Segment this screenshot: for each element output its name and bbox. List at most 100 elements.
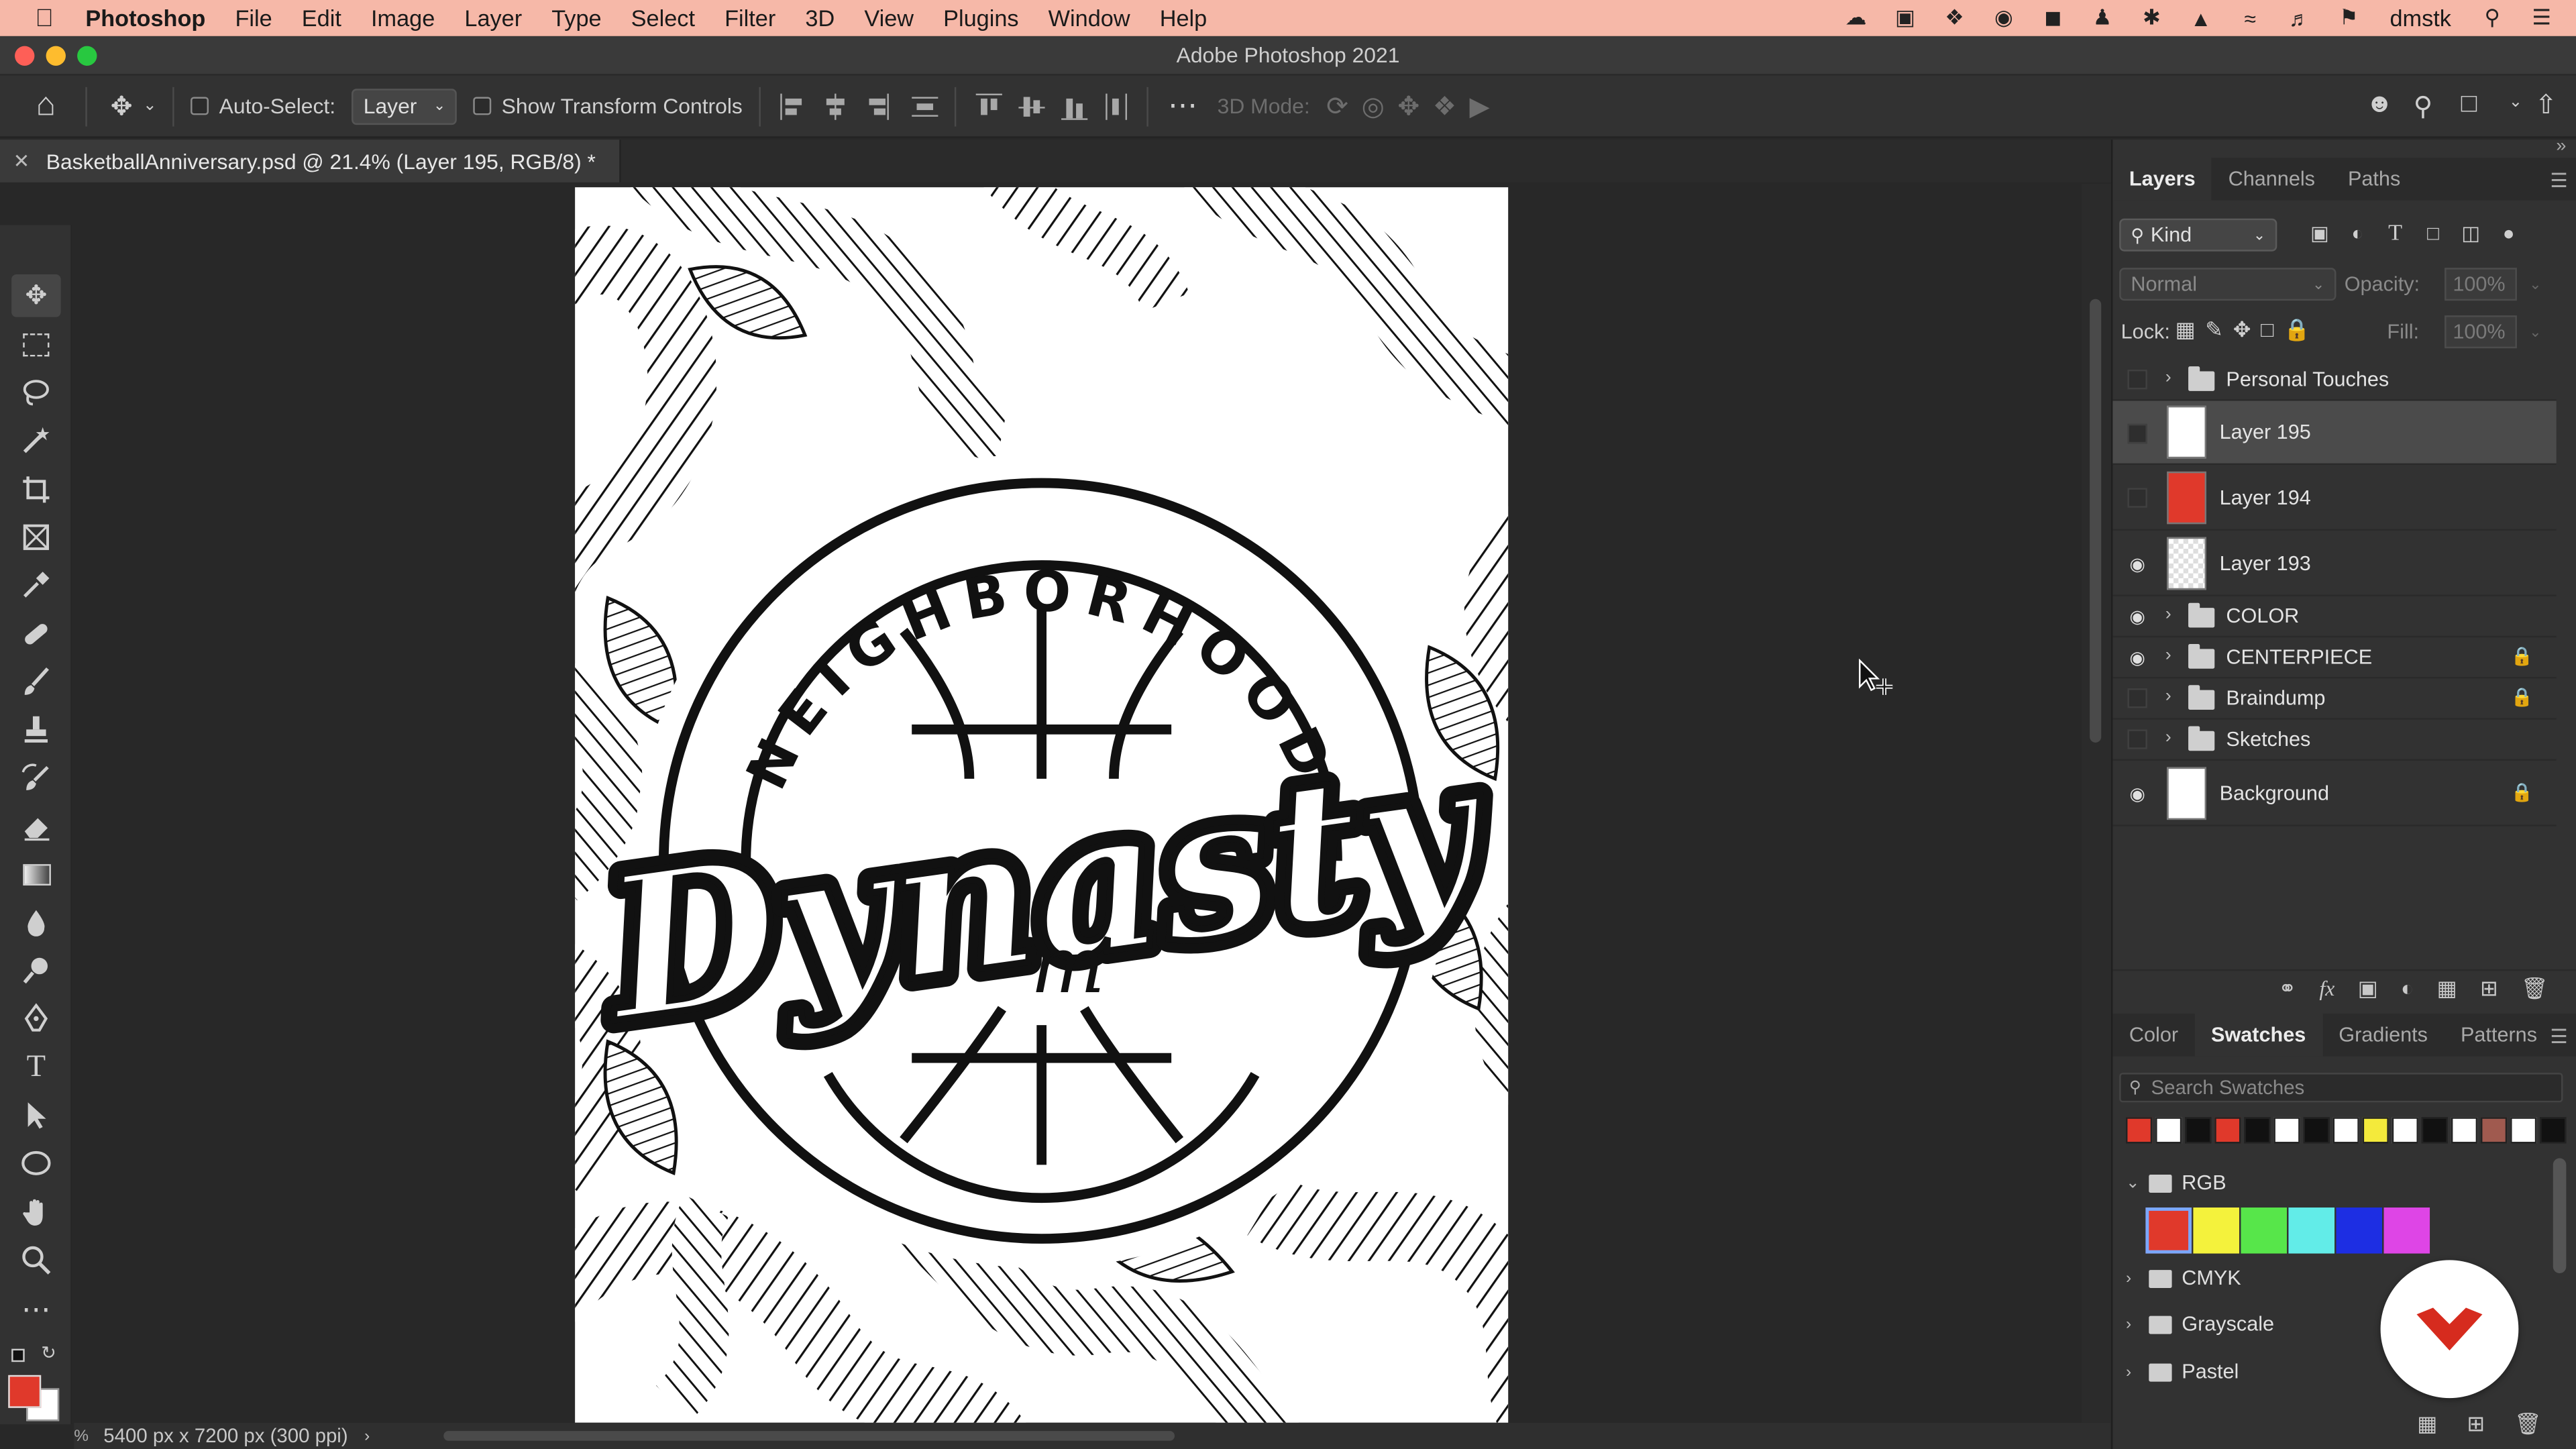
3d-slide-icon[interactable]: ❖ [1433, 89, 1456, 122]
swap-colors-icon[interactable]: ↻ [41, 1342, 56, 1363]
tab-channels[interactable]: Channels [2212, 158, 2331, 201]
3d-roll-icon[interactable]: ◎ [1362, 89, 1385, 122]
zoom-level-icon[interactable]: % [74, 1427, 93, 1445]
swatch[interactable] [2336, 1208, 2383, 1254]
magic-wand-tool[interactable] [11, 419, 60, 462]
spotlight-search-icon[interactable]: ⚲ [2477, 5, 2507, 30]
menu-app-name[interactable]: Photoshop [82, 5, 220, 31]
panel-menu-icon[interactable]: ☰ [2550, 1025, 2567, 1048]
trash-icon[interactable]: 🗑 [2514, 1411, 2541, 1438]
blur-tool[interactable] [11, 902, 60, 945]
chevron-down-icon[interactable]: ⌄ [2529, 323, 2541, 341]
document-dimensions[interactable]: 5400 px x 7200 px (300 ppi) [103, 1424, 347, 1447]
filter-toggle-icon[interactable]: ● [2496, 222, 2522, 248]
chevron-right-icon[interactable]: › [2165, 368, 2171, 388]
align-center-h-icon[interactable] [823, 93, 846, 119]
chevron-down-icon[interactable]: ⌄ [2509, 94, 2523, 112]
auto-select-checkbox[interactable] [191, 97, 209, 115]
apple-logo-icon[interactable]:  [30, 4, 59, 32]
document-tab[interactable]: ✕ BasketballAnniversary.psd @ 21.4% (Lay… [0, 140, 621, 182]
person-icon[interactable]: ♟ [2088, 5, 2117, 30]
swatch[interactable] [2185, 1117, 2212, 1144]
swatch[interactable] [2155, 1117, 2182, 1144]
visibility-toggle[interactable] [2127, 488, 2147, 508]
link-layers-icon[interactable]: ⚭ [2278, 975, 2296, 1001]
tab-gradients[interactable]: Gradients [2322, 1014, 2445, 1057]
share-icon[interactable]: ⇧ [2535, 89, 2557, 121]
history-brush-tool[interactable] [11, 757, 60, 800]
creative-cloud-icon[interactable]: ☁ [1841, 5, 1870, 30]
lock-artboard-icon[interactable]: □ [2261, 317, 2273, 343]
3d-pan-icon[interactable]: ✥ [1397, 89, 1419, 122]
filter-smart-object-icon[interactable]: ◫ [2458, 222, 2484, 248]
swatch[interactable] [2383, 1208, 2430, 1254]
menu-3d[interactable]: 3D [790, 5, 849, 31]
move-tool-icon[interactable]: ✥ [107, 89, 136, 122]
chevron-down-icon[interactable]: ⌄ [2529, 275, 2541, 293]
chevron-right-icon[interactable]: › [2165, 604, 2171, 624]
layer-row[interactable]: › Sketches [2112, 720, 2557, 761]
edit-toolbar-button[interactable]: ⋯ [11, 1288, 60, 1331]
auto-select-dropdown[interactable]: Layer ⌄ [352, 88, 458, 124]
menu-filter[interactable]: Filter [710, 5, 790, 31]
swatch[interactable] [2421, 1117, 2449, 1144]
blend-mode-dropdown[interactable]: Normal ⌄ [2119, 268, 2337, 301]
layer-filter-dropdown[interactable]: ⚲ Kind ⌄ [2119, 218, 2277, 252]
chevron-down-icon[interactable]: ⌄ [143, 97, 157, 115]
type-tool[interactable]: T [11, 1046, 60, 1089]
chevron-right-icon[interactable]: › [2165, 728, 2171, 747]
menu-window[interactable]: Window [1034, 5, 1145, 31]
bluetooth-icon[interactable]: ✱ [2137, 5, 2166, 30]
collapse-panels-icon[interactable]: » [2556, 136, 2566, 156]
swatch[interactable] [2214, 1117, 2241, 1144]
menu-help[interactable]: Help [1145, 5, 1222, 31]
align-middle-v-icon[interactable] [1018, 93, 1045, 119]
swatch[interactable] [2126, 1117, 2153, 1144]
menu-edit[interactable]: Edit [287, 5, 356, 31]
scrollbar-thumb[interactable] [2090, 299, 2102, 743]
swatch[interactable] [2193, 1208, 2239, 1254]
chevron-right-icon[interactable]: › [364, 1427, 370, 1445]
eye-icon[interactable]: ◉ [2126, 647, 2149, 667]
clone-stamp-tool[interactable] [11, 708, 60, 751]
display-icon[interactable]: ▣ [1890, 5, 1920, 30]
canvas-vertical-scrollbar[interactable] [2081, 184, 2111, 1423]
align-top-icon[interactable] [975, 93, 1002, 119]
visibility-toggle[interactable] [2127, 370, 2147, 390]
lock-position-icon[interactable]: ✥ [2233, 317, 2251, 343]
swatch[interactable] [2540, 1117, 2567, 1144]
menu-file[interactable]: File [220, 5, 286, 31]
brush-tool[interactable] [11, 660, 60, 703]
trash-icon[interactable]: 🗑 [2521, 975, 2548, 1001]
lock-image-icon[interactable]: ✎ [2205, 317, 2223, 343]
opacity-input[interactable]: 100% ⌄ [2445, 268, 2542, 301]
artboard[interactable]: NEIGHBORHOOD Dynasty Dynasty m [575, 187, 1509, 1423]
tab-paths[interactable]: Paths [2331, 158, 2416, 201]
menu-view[interactable]: View [849, 5, 928, 31]
swatch[interactable] [2510, 1117, 2537, 1144]
chevron-right-icon[interactable]: › [2165, 645, 2171, 665]
home-icon[interactable]: ⌂ [26, 87, 66, 125]
user-name[interactable]: dmstk [2390, 5, 2451, 31]
marquee-tool[interactable] [11, 323, 60, 366]
healing-brush-tool[interactable] [11, 612, 60, 655]
3d-camera-icon[interactable]: ▶ [1470, 89, 1490, 122]
add-mask-icon[interactable]: ▣ [2358, 975, 2378, 1001]
tab-layers[interactable]: Layers [2112, 158, 2212, 201]
sync-icon[interactable]: ◉ [1989, 5, 2019, 30]
flag-icon[interactable]: ⚑ [2334, 5, 2363, 30]
control-center-icon[interactable]: ☰ [2527, 5, 2557, 30]
app-s-icon[interactable]: ◼ [2038, 5, 2068, 30]
layer-row[interactable]: ◉ Background 🔒 [2112, 761, 2557, 826]
ellipse-tool[interactable] [11, 1142, 60, 1185]
tab-swatches[interactable]: Swatches [2194, 1014, 2322, 1057]
layer-row[interactable]: › Braindump 🔒 [2112, 678, 2557, 720]
lock-transparent-icon[interactable]: ▦ [2175, 317, 2195, 343]
swatch[interactable] [2332, 1117, 2359, 1144]
workspace-icon[interactable]: □ [2461, 91, 2477, 120]
align-right-icon[interactable] [866, 93, 889, 119]
adjustment-layer-icon[interactable]: ◐ [2401, 976, 2414, 1001]
wifi-icon[interactable]: ≈ [2235, 6, 2265, 31]
lasso-tool[interactable] [11, 371, 60, 414]
visibility-toggle[interactable] [2127, 423, 2147, 444]
